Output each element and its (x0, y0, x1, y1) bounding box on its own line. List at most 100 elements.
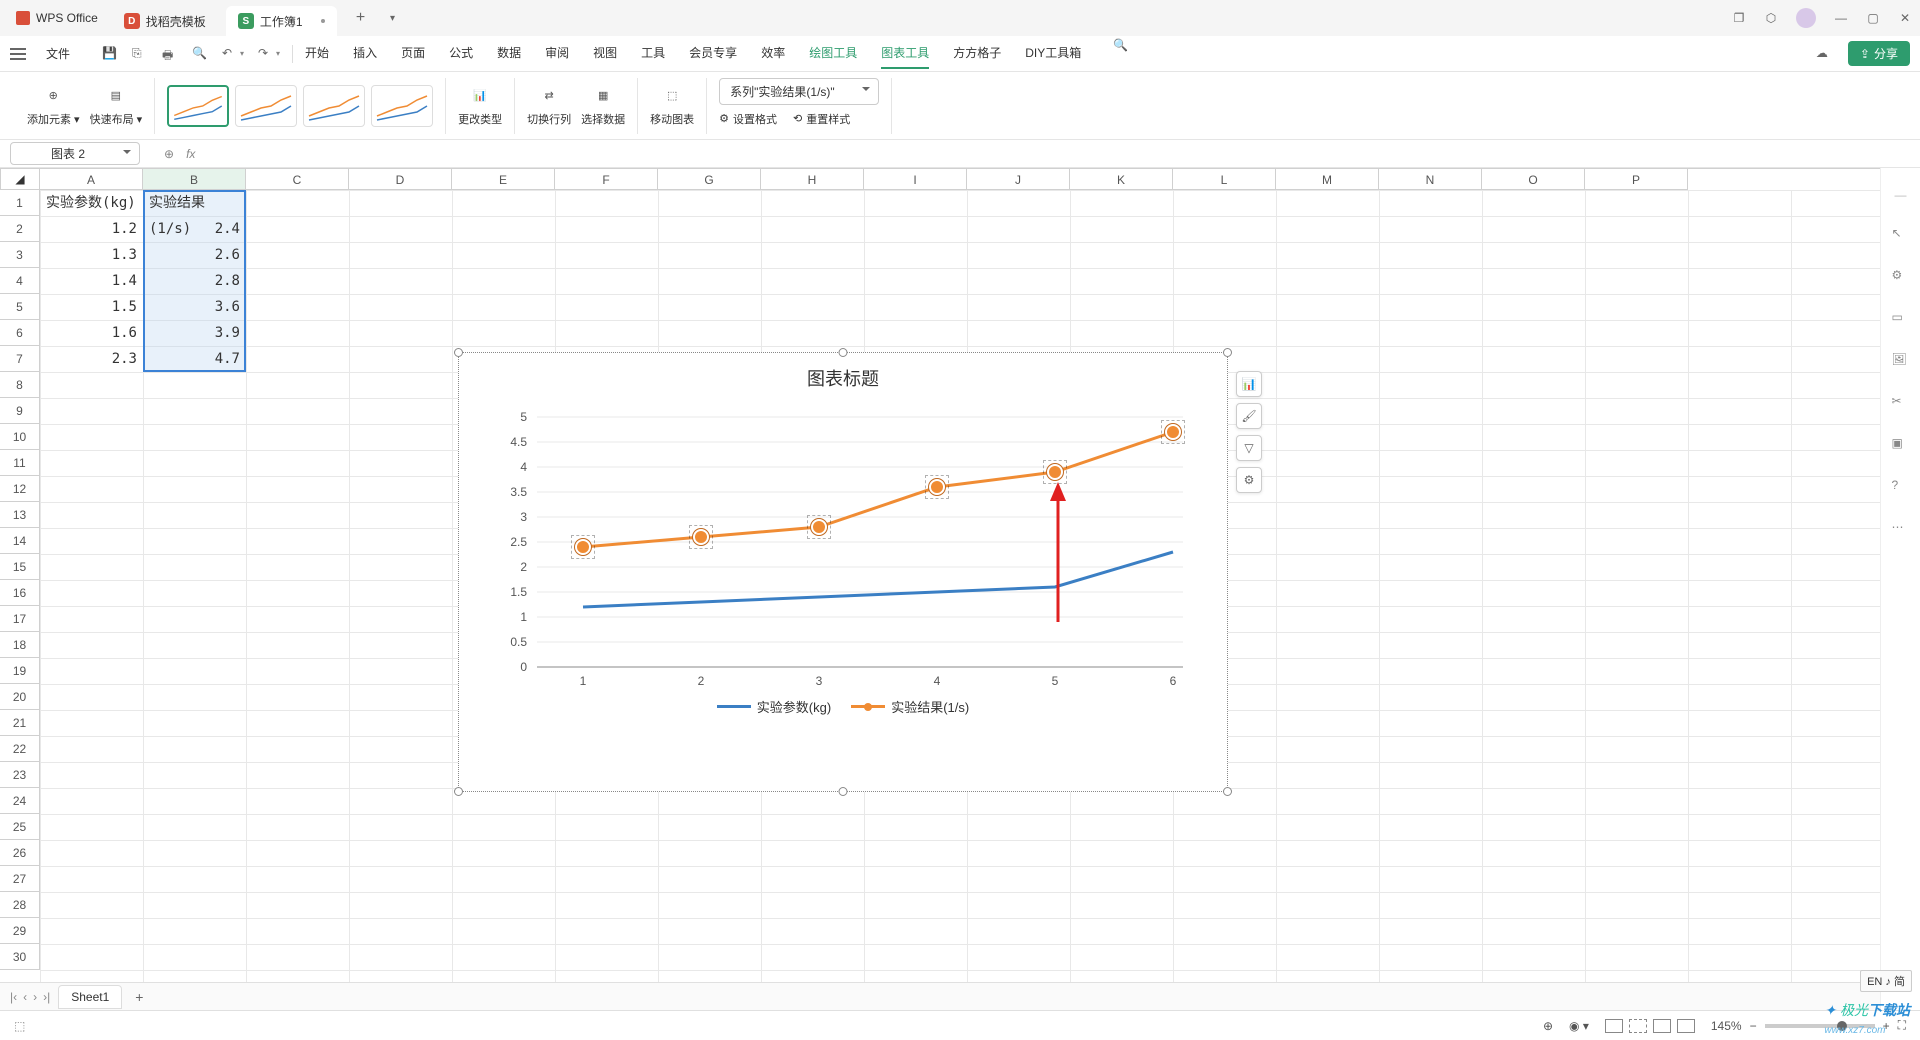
sheet-last-icon[interactable]: ›| (43, 990, 50, 1004)
row-header-5[interactable]: 5 (0, 294, 40, 320)
tab-insert[interactable]: 插入 (353, 38, 377, 69)
row-header-19[interactable]: 19 (0, 658, 40, 684)
handle-b[interactable] (839, 787, 848, 796)
tab-review[interactable]: 审阅 (545, 38, 569, 69)
tab-data[interactable]: 数据 (497, 38, 521, 69)
point-2[interactable] (693, 529, 709, 545)
chart-style-2[interactable] (235, 85, 297, 127)
sheet-first-icon[interactable]: |‹ (10, 990, 17, 1004)
series-orange[interactable] (583, 432, 1173, 547)
add-element-button[interactable]: ⊕ 添加元素 ▾ (27, 85, 80, 127)
col-header-D[interactable]: D (349, 169, 452, 190)
cell-A3[interactable]: 1.3 (40, 242, 143, 268)
redo-more[interactable]: ▾ (276, 49, 280, 58)
row-header-12[interactable]: 12 (0, 476, 40, 502)
tab-chart-tools[interactable]: 图表工具 (881, 38, 929, 69)
cell-B7[interactable]: 4.7 (143, 346, 246, 372)
fullscreen-formula-icon[interactable]: ⊕ (164, 147, 174, 161)
point-4[interactable] (929, 479, 945, 495)
handle-br[interactable] (1223, 787, 1232, 796)
tab-member[interactable]: 会员专享 (689, 38, 737, 69)
row-header-4[interactable]: 4 (0, 268, 40, 294)
point-3[interactable] (811, 519, 827, 535)
fx-label[interactable]: fx (186, 147, 195, 161)
maximize-icon[interactable]: ▢ (1866, 11, 1880, 25)
tab-menu[interactable]: ▾ (383, 8, 403, 28)
cell-B6[interactable]: 3.9 (143, 320, 246, 346)
tab-diy[interactable]: DIY工具箱 (1025, 38, 1081, 69)
redo-icon[interactable]: ↷ (258, 46, 274, 62)
cell-B3[interactable]: 2.6 (143, 242, 246, 268)
tools-icon[interactable]: ✂ (1892, 394, 1910, 412)
undo-icon[interactable]: ↶ (222, 46, 238, 62)
point-6[interactable] (1165, 424, 1181, 440)
chart-style-3[interactable] (303, 85, 365, 127)
col-header-M[interactable]: M (1276, 169, 1379, 190)
more-icon[interactable]: ⋯ (1892, 520, 1910, 538)
col-header-H[interactable]: H (761, 169, 864, 190)
view-normal[interactable] (1605, 1019, 1623, 1033)
chart-plot-area[interactable]: 54.54 3.532.5 21.51 0.50 123 456 (493, 397, 1193, 687)
row-header-22[interactable]: 22 (0, 736, 40, 762)
row-header-25[interactable]: 25 (0, 814, 40, 840)
col-header-G[interactable]: G (658, 169, 761, 190)
chart-settings-button[interactable]: ⚙ (1236, 467, 1262, 493)
hamburger-icon[interactable] (10, 48, 26, 60)
row-header-28[interactable]: 28 (0, 892, 40, 918)
col-header-F[interactable]: F (555, 169, 658, 190)
swap-rc-button[interactable]: ⇄ 切换行列 (527, 85, 571, 127)
zoom-value[interactable]: 145% (1711, 1019, 1742, 1033)
close-icon[interactable]: ✕ (1898, 11, 1912, 25)
handle-bl[interactable] (454, 787, 463, 796)
point-1[interactable] (575, 539, 591, 555)
tab-template[interactable]: D 找稻壳模板 (112, 6, 218, 36)
name-box[interactable]: 图表 2 (10, 142, 140, 165)
row-header-3[interactable]: 3 (0, 242, 40, 268)
reset-style-button[interactable]: ⟲ 重置样式 (793, 111, 850, 127)
cube-icon[interactable]: ⬡ (1764, 11, 1778, 25)
stats-icon[interactable]: ⊕ (1543, 1019, 1553, 1033)
cell-B1[interactable]: 实验结果(1/s) (143, 190, 246, 216)
cell-A2[interactable]: 1.2 (40, 216, 143, 242)
chart-style-1[interactable] (167, 85, 229, 127)
col-header-N[interactable]: N (1379, 169, 1482, 190)
sheet-next-icon[interactable]: › (33, 990, 37, 1004)
select-data-button[interactable]: ▦ 选择数据 (581, 85, 625, 127)
col-header-P[interactable]: P (1585, 169, 1688, 190)
row-header-17[interactable]: 17 (0, 606, 40, 632)
row-header-23[interactable]: 23 (0, 762, 40, 788)
chart-elements-button[interactable]: 📊 (1236, 371, 1262, 397)
cell-B4[interactable]: 2.8 (143, 268, 246, 294)
sheet-prev-icon[interactable]: ‹ (23, 990, 27, 1004)
zoom-out[interactable]: − (1750, 1019, 1757, 1033)
minimize-icon[interactable]: — (1834, 11, 1848, 25)
tab-efficiency[interactable]: 效率 (761, 38, 785, 69)
row-header-30[interactable]: 30 (0, 944, 40, 970)
handle-t[interactable] (839, 348, 848, 357)
cell-B5[interactable]: 3.6 (143, 294, 246, 320)
chart-filter-button[interactable]: ▽ (1236, 435, 1262, 461)
row-header-1[interactable]: 1 (0, 190, 40, 216)
collapse-icon[interactable]: — (1895, 188, 1907, 202)
tab-formula[interactable]: 公式 (449, 38, 473, 69)
col-header-K[interactable]: K (1070, 169, 1173, 190)
avatar-icon[interactable] (1796, 8, 1816, 28)
undo-more[interactable]: ▾ (240, 49, 244, 58)
row-header-20[interactable]: 20 (0, 684, 40, 710)
image-tool-icon[interactable]: 🖼 (1892, 352, 1910, 370)
print-icon[interactable]: 🖶 (162, 46, 178, 62)
eye-icon[interactable]: ◉ ▾ (1569, 1019, 1589, 1033)
tab-ffgz[interactable]: 方方格子 (953, 38, 1001, 69)
cell-A6[interactable]: 1.6 (40, 320, 143, 346)
view-full[interactable] (1677, 1019, 1695, 1033)
select-tool-icon[interactable]: ↖ (1892, 226, 1910, 244)
cloud-icon[interactable]: ☁ (1816, 46, 1832, 62)
col-header-C[interactable]: C (246, 169, 349, 190)
save-icon[interactable]: 💾 (102, 46, 118, 62)
handle-tl[interactable] (454, 348, 463, 357)
chart-styles-button[interactable]: 🖌 (1236, 403, 1262, 429)
row-header-11[interactable]: 11 (0, 450, 40, 476)
chart-object[interactable]: 图表标题 54.54 3.532.5 21.51 0.50 (458, 352, 1228, 792)
ime-badge[interactable]: EN ♪ 简 (1860, 970, 1912, 992)
tab-tools[interactable]: 工具 (641, 38, 665, 69)
